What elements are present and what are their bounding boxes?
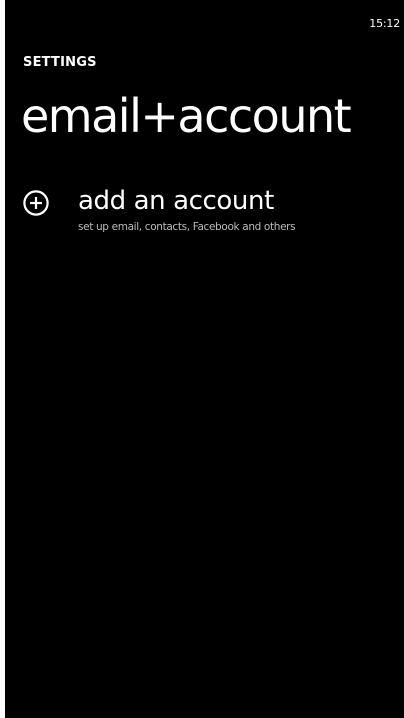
add-account-item[interactable]: add an account set up email, contacts, F… bbox=[23, 182, 404, 242]
app-title: SETTINGS bbox=[23, 55, 97, 70]
page-title: email+account bbox=[21, 89, 352, 143]
status-time: 15:12 bbox=[369, 17, 400, 30]
add-account-title: add an account bbox=[78, 186, 274, 216]
settings-screen: 15:12 SETTINGS email+account add an acco… bbox=[5, 0, 404, 718]
status-bar: 15:12 bbox=[5, 0, 404, 32]
plus-circle-icon bbox=[23, 190, 49, 216]
add-account-subtitle: set up email, contacts, Facebook and oth… bbox=[78, 221, 296, 233]
